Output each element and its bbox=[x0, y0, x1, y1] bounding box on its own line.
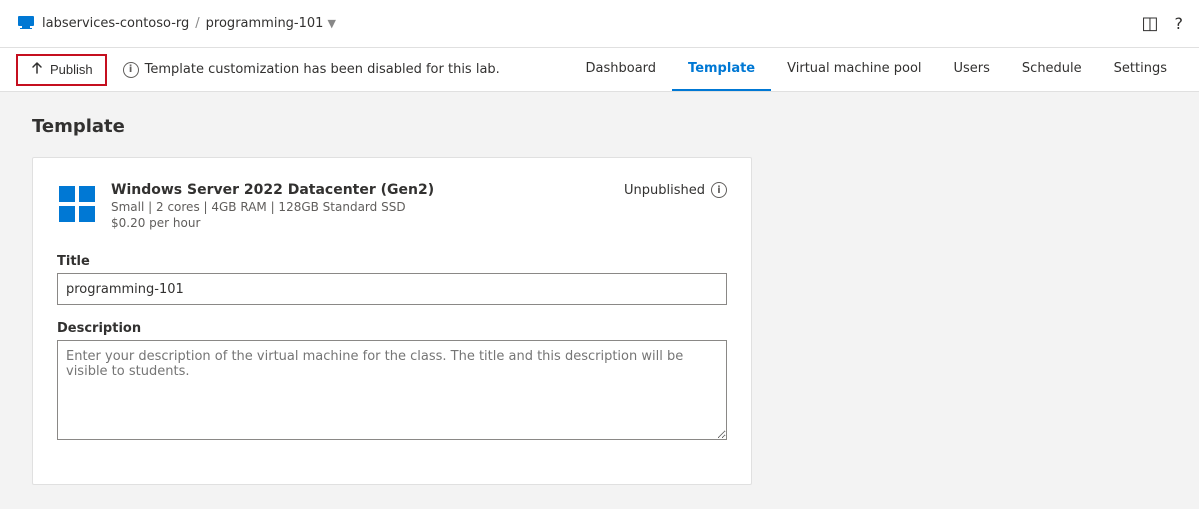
topbar-icons: ◫ ? bbox=[1141, 13, 1183, 34]
description-field: Description bbox=[57, 321, 727, 444]
page-content: Template Windows Server 2022 Datacenter … bbox=[0, 92, 1199, 509]
status-info-icon[interactable]: i bbox=[711, 182, 727, 198]
tab-dashboard[interactable]: Dashboard bbox=[570, 47, 673, 91]
nav-tabs: Dashboard Template Virtual machine pool … bbox=[570, 48, 1183, 91]
help-icon[interactable]: ? bbox=[1175, 14, 1184, 33]
breadcrumb-separator: / bbox=[195, 16, 199, 31]
title-label: Title bbox=[57, 254, 727, 269]
lab-services-icon bbox=[16, 12, 36, 36]
tab-settings[interactable]: Settings bbox=[1098, 47, 1183, 91]
vm-info-left: Windows Server 2022 Datacenter (Gen2) Sm… bbox=[57, 182, 434, 230]
vm-status: Unpublished i bbox=[624, 182, 727, 198]
template-card: Windows Server 2022 Datacenter (Gen2) Sm… bbox=[32, 157, 752, 485]
vm-details: Windows Server 2022 Datacenter (Gen2) Sm… bbox=[111, 182, 434, 230]
topbar: labservices-contoso-rg / programming-101… bbox=[0, 0, 1199, 48]
chevron-down-icon: ▼ bbox=[327, 17, 335, 30]
tab-template[interactable]: Template bbox=[672, 47, 771, 91]
info-icon: i bbox=[123, 62, 139, 78]
publish-button[interactable]: Publish bbox=[16, 54, 107, 86]
action-section: Publish i Template customization has bee… bbox=[16, 54, 570, 86]
windows-icon bbox=[57, 184, 97, 224]
vm-price: $0.20 per hour bbox=[111, 216, 434, 230]
vm-name: Windows Server 2022 Datacenter (Gen2) bbox=[111, 182, 434, 198]
tab-vm-pool[interactable]: Virtual machine pool bbox=[771, 47, 937, 91]
lab-name-label: programming-101 bbox=[206, 16, 324, 31]
page-title: Template bbox=[32, 116, 1167, 137]
tab-users[interactable]: Users bbox=[938, 47, 1006, 91]
monitor-icon[interactable]: ◫ bbox=[1141, 13, 1158, 34]
description-label: Description bbox=[57, 321, 727, 336]
publish-label: Publish bbox=[50, 62, 93, 77]
arrow-up-icon bbox=[30, 61, 44, 78]
vm-info-row: Windows Server 2022 Datacenter (Gen2) Sm… bbox=[57, 182, 727, 230]
description-textarea[interactable] bbox=[57, 340, 727, 440]
resource-group-breadcrumb[interactable]: labservices-contoso-rg bbox=[42, 16, 189, 31]
info-message: i Template customization has been disabl… bbox=[123, 62, 500, 78]
resource-group-label: labservices-contoso-rg bbox=[42, 16, 189, 31]
info-message-text: Template customization has been disabled… bbox=[145, 62, 500, 77]
vm-specs: Small | 2 cores | 4GB RAM | 128GB Standa… bbox=[111, 200, 434, 214]
tab-schedule[interactable]: Schedule bbox=[1006, 47, 1098, 91]
vm-status-label: Unpublished bbox=[624, 183, 705, 198]
lab-name-breadcrumb[interactable]: programming-101 ▼ bbox=[206, 16, 336, 31]
title-input[interactable] bbox=[57, 273, 727, 305]
title-field: Title bbox=[57, 254, 727, 305]
combined-bar: Publish i Template customization has bee… bbox=[0, 48, 1199, 92]
breadcrumb: labservices-contoso-rg / programming-101… bbox=[16, 12, 336, 36]
